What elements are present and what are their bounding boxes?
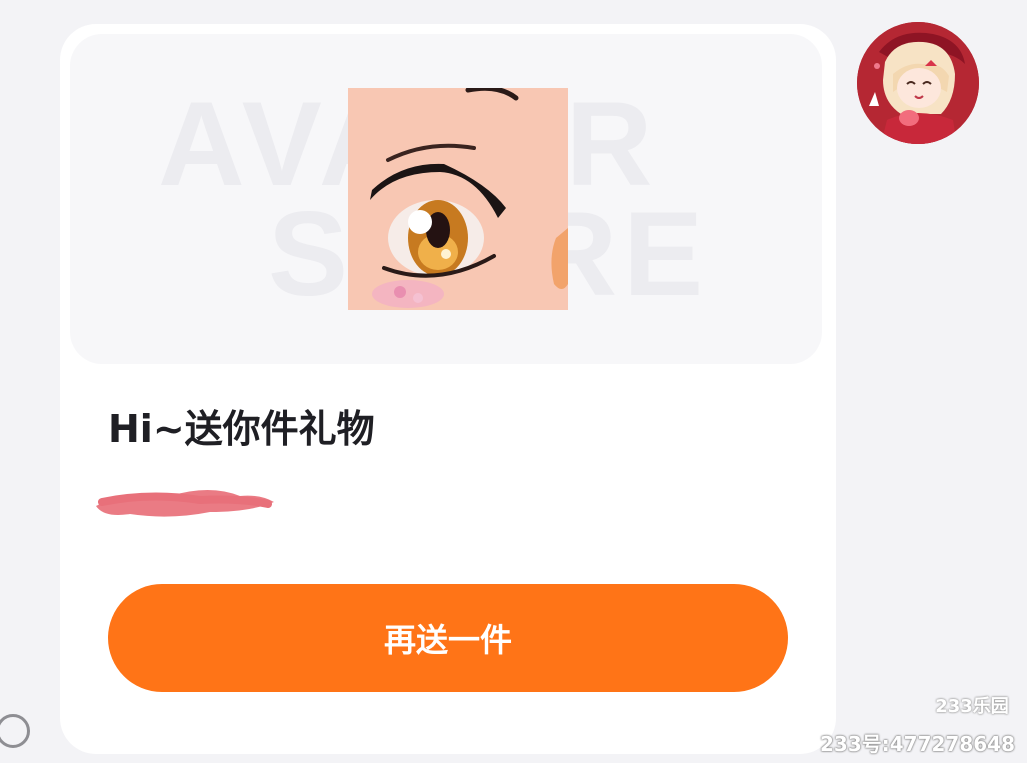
gift-message-card: AVATAR STORE Hi~送你件礼物 — [60, 24, 836, 754]
source-id-watermark: 233号:477278648 — [820, 732, 1015, 756]
sender-avatar[interactable] — [857, 22, 979, 144]
gift-preview-panel: AVATAR STORE — [70, 34, 822, 364]
anime-avatar-icon — [857, 22, 979, 144]
redacted-sender-name — [90, 482, 278, 522]
source-logo-watermark: 233乐园 — [935, 696, 1009, 717]
resend-gift-button[interactable]: 再送一件 — [108, 584, 788, 692]
anime-eye-icon — [348, 85, 568, 310]
gift-title: Hi~送你件礼物 — [108, 407, 375, 451]
select-radio[interactable] — [0, 714, 30, 748]
redaction-scribble-icon — [96, 490, 274, 517]
gift-item-image[interactable] — [348, 85, 568, 310]
